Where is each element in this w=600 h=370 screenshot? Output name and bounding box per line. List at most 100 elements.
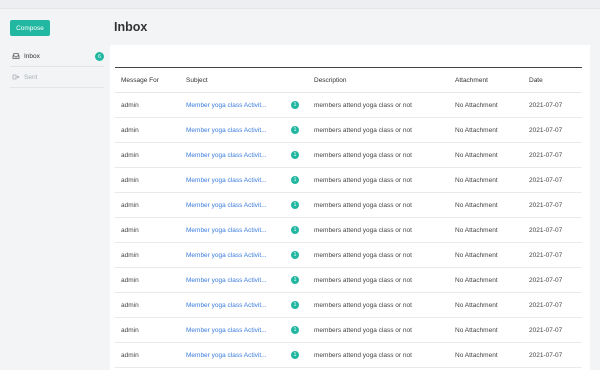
cell-description: members attend yoga class or not (308, 292, 449, 318)
cell-description: members attend yoga class or not (308, 117, 449, 143)
cell-date: 2021-07-07 (523, 192, 582, 218)
table-header-row: Message For Subject Description Attachme… (115, 67, 582, 93)
cell-attachment: No Attachment (449, 217, 523, 243)
table-row[interactable]: admin Member yoga class Activit... 1 member… (115, 267, 582, 293)
header-message-for: Message For (115, 67, 180, 93)
cell-badge: 1 (285, 292, 308, 318)
cell-description: members attend yoga class or not (308, 217, 449, 243)
table-row[interactable]: admin Member yoga class Activit... 1 member… (115, 192, 582, 218)
cell-message-for: admin (115, 317, 180, 343)
cell-attachment: No Attachment (449, 92, 523, 118)
unread-count-badge: 1 (291, 226, 299, 234)
header-description: Description (308, 67, 449, 93)
unread-count-badge: 1 (291, 201, 299, 209)
cell-subject-link[interactable]: Member yoga class Activit... (180, 242, 285, 268)
cell-description: members attend yoga class or not (308, 192, 449, 218)
cell-date: 2021-07-07 (523, 342, 582, 368)
page-title: Inbox (114, 20, 148, 34)
cell-description: members attend yoga class or not (308, 242, 449, 268)
cell-message-for: admin (115, 292, 180, 318)
table-row[interactable]: admin Member yoga class Activit... 1 member… (115, 117, 582, 143)
sidebar-item-inbox[interactable]: Inbox 6 (12, 49, 104, 63)
cell-attachment: No Attachment (449, 292, 523, 318)
cell-badge: 1 (285, 317, 308, 343)
cell-date: 2021-07-07 (523, 167, 582, 193)
cell-attachment: No Attachment (449, 267, 523, 293)
table-row[interactable]: admin Member yoga class Activit... 1 member… (115, 92, 582, 118)
cell-subject-link[interactable]: Member yoga class Activit... (180, 267, 285, 293)
cell-badge: 1 (285, 217, 308, 243)
cell-message-for: admin (115, 242, 180, 268)
cell-attachment: No Attachment (449, 167, 523, 193)
send-icon (12, 73, 20, 81)
inbox-table: Message For Subject Description Attachme… (115, 67, 582, 368)
cell-attachment: No Attachment (449, 117, 523, 143)
unread-count-badge: 1 (291, 276, 299, 284)
cell-message-for: admin (115, 92, 180, 118)
cell-description: members attend yoga class or not (308, 342, 449, 368)
inbox-count-badge: 6 (95, 52, 104, 61)
table-row[interactable]: admin Member yoga class Activit... 1 member… (115, 342, 582, 368)
cell-message-for: admin (115, 342, 180, 368)
table-row[interactable]: admin Member yoga class Activit... 1 member… (115, 242, 582, 268)
cell-subject-link[interactable]: Member yoga class Activit... (180, 117, 285, 143)
cell-badge: 1 (285, 92, 308, 118)
cell-description: members attend yoga class or not (308, 317, 449, 343)
inbox-card: Message For Subject Description Attachme… (110, 45, 590, 370)
unread-count-badge: 1 (291, 151, 299, 159)
sidebar-item-sent[interactable]: Sent (12, 70, 104, 84)
header-attachment: Attachment (449, 67, 523, 93)
table-row[interactable]: admin Member yoga class Activit... 1 member… (115, 142, 582, 168)
cell-badge: 1 (285, 267, 308, 293)
cell-message-for: admin (115, 192, 180, 218)
cell-subject-link[interactable]: Member yoga class Activit... (180, 192, 285, 218)
cell-subject-link[interactable]: Member yoga class Activit... (180, 317, 285, 343)
cell-date: 2021-07-07 (523, 142, 582, 168)
cell-subject-link[interactable]: Member yoga class Activit... (180, 92, 285, 118)
unread-count-badge: 1 (291, 351, 299, 359)
unread-count-badge: 1 (291, 101, 299, 109)
table-row[interactable]: admin Member yoga class Activit... 1 member… (115, 217, 582, 243)
cell-message-for: admin (115, 142, 180, 168)
cell-message-for: admin (115, 267, 180, 293)
cell-date: 2021-07-07 (523, 92, 582, 118)
cell-message-for: admin (115, 217, 180, 243)
unread-count-badge: 1 (291, 326, 299, 334)
cell-badge: 1 (285, 342, 308, 368)
cell-message-for: admin (115, 167, 180, 193)
compose-button[interactable]: Compose (10, 20, 50, 36)
cell-subject-link[interactable]: Member yoga class Activit... (180, 292, 285, 318)
unread-count-badge: 1 (291, 301, 299, 309)
cell-subject-link[interactable]: Member yoga class Activit... (180, 342, 285, 368)
header-date: Date (523, 67, 582, 93)
cell-subject-link[interactable]: Member yoga class Activit... (180, 217, 285, 243)
cell-subject-link[interactable]: Member yoga class Activit... (180, 142, 285, 168)
table-row[interactable]: admin Member yoga class Activit... 1 member… (115, 167, 582, 193)
unread-count-badge: 1 (291, 126, 299, 134)
cell-subject-link[interactable]: Member yoga class Activit... (180, 167, 285, 193)
sidebar-divider (10, 87, 104, 88)
cell-description: members attend yoga class or not (308, 142, 449, 168)
header-subject: Subject (180, 67, 285, 93)
top-bar (0, 0, 600, 9)
sidebar-divider (10, 66, 104, 67)
unread-count-badge: 1 (291, 251, 299, 259)
table-row[interactable]: admin Member yoga class Activit... 1 member… (115, 317, 582, 343)
unread-count-badge: 1 (291, 176, 299, 184)
cell-attachment: No Attachment (449, 242, 523, 268)
cell-message-for: admin (115, 117, 180, 143)
cell-date: 2021-07-07 (523, 117, 582, 143)
cell-attachment: No Attachment (449, 342, 523, 368)
cell-attachment: No Attachment (449, 192, 523, 218)
cell-badge: 1 (285, 242, 308, 268)
cell-description: members attend yoga class or not (308, 167, 449, 193)
cell-badge: 1 (285, 192, 308, 218)
sidebar: Compose Inbox 6 Sent (0, 9, 110, 370)
cell-date: 2021-07-07 (523, 267, 582, 293)
cell-badge: 1 (285, 167, 308, 193)
cell-date: 2021-07-07 (523, 292, 582, 318)
table-row[interactable]: admin Member yoga class Activit... 1 member… (115, 292, 582, 318)
cell-attachment: No Attachment (449, 317, 523, 343)
cell-badge: 1 (285, 117, 308, 143)
header-badge (285, 67, 308, 93)
